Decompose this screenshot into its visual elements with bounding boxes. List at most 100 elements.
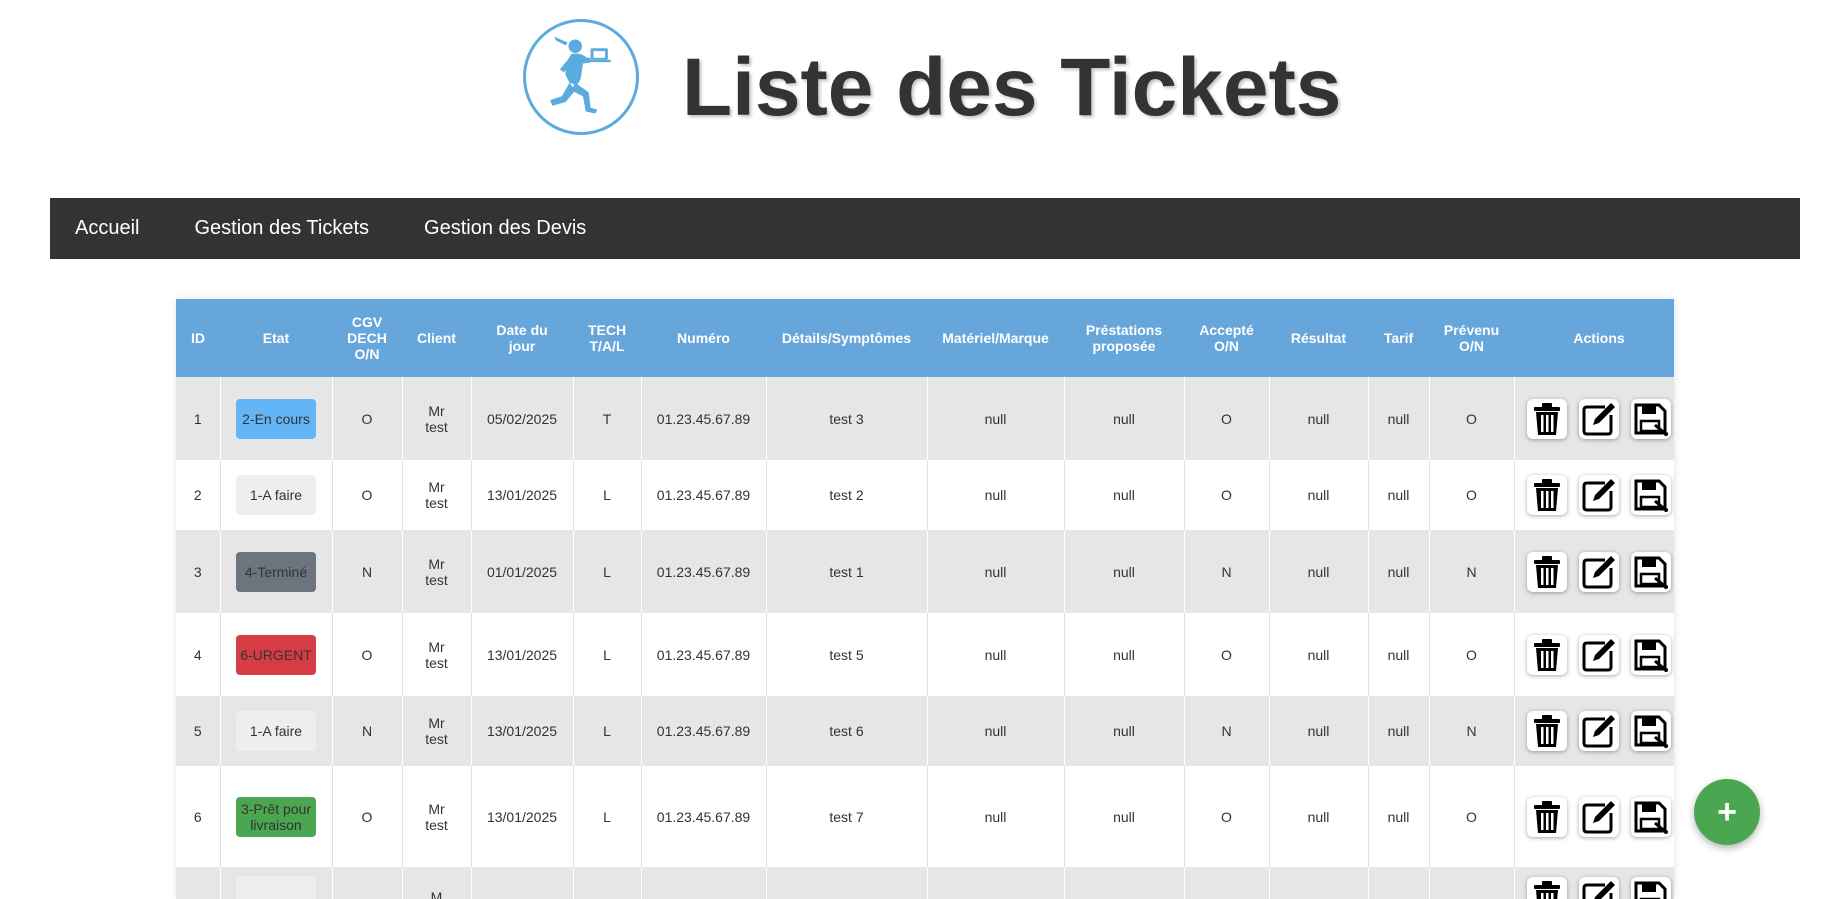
cell-details: test 3 xyxy=(766,377,927,460)
edit-icon xyxy=(1581,554,1617,590)
cell-tarif: null xyxy=(1368,696,1429,766)
row-actions xyxy=(1519,552,1675,592)
table-row: 63-Prêt pour livraisonOMr test13/01/2025… xyxy=(176,766,1674,867)
save-button[interactable] xyxy=(1631,552,1671,592)
save-button[interactable] xyxy=(1631,877,1671,899)
edit-button[interactable] xyxy=(1579,711,1619,751)
cell-prevenu: O xyxy=(1429,377,1514,460)
save-button[interactable] xyxy=(1631,797,1671,837)
cell-resultat: null xyxy=(1269,460,1368,530)
cell-id xyxy=(176,867,220,899)
cell-accepte: O xyxy=(1184,613,1269,696)
edit-button[interactable] xyxy=(1579,877,1619,899)
cell-cgv: N xyxy=(332,696,402,766)
cell-materiel: null xyxy=(927,377,1064,460)
save-button[interactable] xyxy=(1631,711,1671,751)
cell-resultat: null xyxy=(1269,530,1368,613)
table-row: M xyxy=(176,867,1674,899)
status-badge[interactable]: 1-A faire xyxy=(236,711,316,751)
nav-item-accueil[interactable]: Accueil xyxy=(50,198,164,259)
delete-button[interactable] xyxy=(1527,711,1567,751)
header-prevenu: Prévenu O/N xyxy=(1429,299,1514,377)
runner-waiter-logo-icon xyxy=(533,29,629,125)
status-badge[interactable] xyxy=(236,876,316,899)
save-button[interactable] xyxy=(1631,475,1671,515)
trash-icon xyxy=(1530,477,1564,513)
cell-accepte xyxy=(1184,867,1269,899)
cell-client: Mr test xyxy=(402,530,471,613)
trash-icon xyxy=(1530,713,1564,749)
cell-date: 13/01/2025 xyxy=(471,696,573,766)
cell-date xyxy=(471,867,573,899)
cell-materiel: null xyxy=(927,696,1064,766)
table-row: 34-TerminéNMr test01/01/2025L01.23.45.67… xyxy=(176,530,1674,613)
cell-prevenu: O xyxy=(1429,460,1514,530)
edit-button[interactable] xyxy=(1579,475,1619,515)
cell-date: 05/02/2025 xyxy=(471,377,573,460)
delete-button[interactable] xyxy=(1527,475,1567,515)
status-badge[interactable]: 1-A faire xyxy=(236,475,316,515)
cell-tech: L xyxy=(573,613,641,696)
cell-prestations: null xyxy=(1064,613,1184,696)
delete-button[interactable] xyxy=(1527,399,1567,439)
cell-prevenu: N xyxy=(1429,530,1514,613)
cell-materiel: null xyxy=(927,613,1064,696)
cell-details: test 1 xyxy=(766,530,927,613)
save-icon xyxy=(1633,879,1669,899)
edit-icon xyxy=(1581,477,1617,513)
edit-icon xyxy=(1581,879,1617,899)
table-row: 46-URGENTOMr test13/01/2025L01.23.45.67.… xyxy=(176,613,1674,696)
cell-details: test 2 xyxy=(766,460,927,530)
table-row: 21-A faireOMr test13/01/2025L01.23.45.67… xyxy=(176,460,1674,530)
cell-tarif: null xyxy=(1368,613,1429,696)
cell-tech xyxy=(573,867,641,899)
edit-icon xyxy=(1581,799,1617,835)
edit-button[interactable] xyxy=(1579,635,1619,675)
cell-prestations: null xyxy=(1064,696,1184,766)
row-actions xyxy=(1519,877,1675,899)
cell-etat: 1-A faire xyxy=(220,696,332,766)
cell-actions xyxy=(1514,867,1674,899)
header-actions: Actions xyxy=(1514,299,1674,377)
nav-item-gestion-tickets[interactable]: Gestion des Tickets xyxy=(164,198,394,259)
save-button[interactable] xyxy=(1631,399,1671,439)
cell-client: M xyxy=(402,867,471,899)
cell-id: 4 xyxy=(176,613,220,696)
row-actions xyxy=(1519,635,1675,675)
cell-etat xyxy=(220,867,332,899)
status-badge[interactable]: 2-En cours xyxy=(236,399,316,439)
trash-icon xyxy=(1530,637,1564,673)
status-badge[interactable]: 4-Terminé xyxy=(236,552,316,592)
cell-etat: 3-Prêt pour livraison xyxy=(220,766,332,867)
cell-numero: 01.23.45.67.89 xyxy=(641,613,766,696)
cell-details: test 7 xyxy=(766,766,927,867)
delete-button[interactable] xyxy=(1527,797,1567,837)
cell-materiel: null xyxy=(927,766,1064,867)
cell-tech: L xyxy=(573,530,641,613)
save-icon xyxy=(1633,713,1669,749)
cell-id: 1 xyxy=(176,377,220,460)
cell-details xyxy=(766,867,927,899)
cell-etat: 4-Terminé xyxy=(220,530,332,613)
cell-id: 2 xyxy=(176,460,220,530)
delete-button[interactable] xyxy=(1527,877,1567,899)
edit-button[interactable] xyxy=(1579,399,1619,439)
status-badge[interactable]: 6-URGENT xyxy=(236,635,316,675)
cell-resultat: null xyxy=(1269,613,1368,696)
cell-etat: 6-URGENT xyxy=(220,613,332,696)
edit-button[interactable] xyxy=(1579,552,1619,592)
edit-button[interactable] xyxy=(1579,797,1619,837)
nav-item-gestion-devis[interactable]: Gestion des Devis xyxy=(394,198,611,259)
header-client: Client xyxy=(402,299,471,377)
cell-client: Mr test xyxy=(402,696,471,766)
cell-accepte: O xyxy=(1184,766,1269,867)
header-accepte: Accepté O/N xyxy=(1184,299,1269,377)
cell-cgv xyxy=(332,867,402,899)
cell-cgv: N xyxy=(332,530,402,613)
save-button[interactable] xyxy=(1631,635,1671,675)
cell-cgv: O xyxy=(332,377,402,460)
delete-button[interactable] xyxy=(1527,635,1567,675)
add-ticket-button[interactable]: + xyxy=(1694,779,1760,845)
delete-button[interactable] xyxy=(1527,552,1567,592)
status-badge[interactable]: 3-Prêt pour livraison xyxy=(236,797,316,837)
